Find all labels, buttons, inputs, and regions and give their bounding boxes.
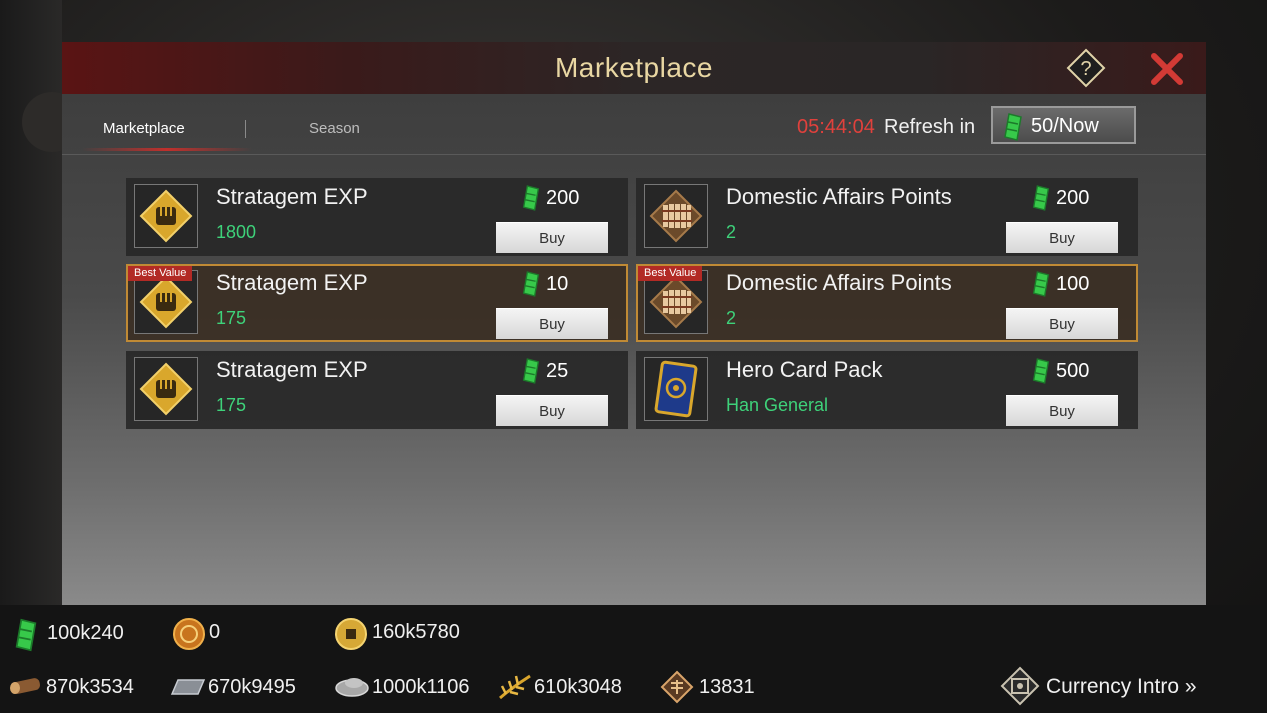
- buy-button[interactable]: Buy: [1006, 308, 1118, 339]
- refresh-cost: 50/Now: [1031, 115, 1099, 137]
- price-value: 200: [1056, 187, 1090, 209]
- tab-bar: Marketplace Season 05:44:04 Refresh in 5…: [62, 94, 1206, 155]
- item-name: Stratagem EXP: [216, 357, 368, 382]
- fist-emblem-icon: [139, 362, 193, 416]
- item-quantity: Han General: [726, 395, 829, 415]
- item-icon-frame: [134, 184, 198, 248]
- item-name: Hero Card Pack: [726, 357, 883, 382]
- buy-button[interactable]: Buy: [496, 222, 608, 253]
- item-quantity: 175: [216, 308, 247, 328]
- green-jade-icon: [522, 185, 540, 211]
- currency-intro-icon: [1000, 666, 1040, 706]
- green-jade-icon: [522, 358, 540, 384]
- resource-value: 0: [209, 621, 221, 643]
- price-value: 500: [1056, 360, 1090, 382]
- item-quantity: 175: [216, 395, 247, 415]
- buy-button[interactable]: Buy: [1006, 395, 1118, 426]
- item-icon-frame: [644, 184, 708, 248]
- active-tab-indicator: [82, 148, 252, 151]
- item-icon-frame: [644, 357, 708, 421]
- price-value: 200: [546, 187, 580, 209]
- tab-season[interactable]: Season: [309, 120, 360, 137]
- refresh-timer: 05:44:04: [797, 116, 875, 138]
- best-value-badge: Best Value: [128, 266, 193, 281]
- item-quantity: 2: [726, 222, 737, 242]
- buy-button[interactable]: Buy: [1006, 222, 1118, 253]
- green-jade-icon: [1032, 185, 1050, 211]
- resource-value: 13831: [699, 676, 755, 698]
- dialog-title: Marketplace: [554, 52, 713, 83]
- item-name: Stratagem EXP: [216, 184, 368, 209]
- shop-item-card: Hero Card Pack Han General 500 Buy: [636, 351, 1138, 429]
- item-name: Stratagem EXP: [216, 270, 368, 295]
- resource-value: 870k3534: [46, 676, 134, 698]
- resource-value: 100k240: [47, 622, 124, 644]
- hero-card-icon: [654, 360, 698, 418]
- buy-button[interactable]: Buy: [496, 395, 608, 426]
- svg-text:?: ?: [1080, 58, 1091, 80]
- price-value: 100: [1056, 273, 1090, 295]
- item-name: Domestic Affairs Points: [726, 270, 952, 295]
- close-icon[interactable]: [1148, 50, 1186, 88]
- dragon-coin-icon: [173, 618, 205, 650]
- green-jade-icon: [1032, 271, 1050, 297]
- background-sidebar: [0, 0, 62, 605]
- item-quantity: 1800: [216, 222, 257, 242]
- merit-emblem-icon: [660, 670, 694, 704]
- shop-item-card: Stratagem EXP 1800 200 Buy: [126, 178, 628, 256]
- help-icon[interactable]: ?: [1066, 48, 1106, 88]
- item-name: Domestic Affairs Points: [726, 184, 952, 209]
- copper-coin-icon: [335, 618, 367, 650]
- best-value-badge: Best Value: [638, 266, 703, 281]
- fist-emblem-icon: [139, 189, 193, 243]
- green-jade-icon: [15, 618, 37, 652]
- grain-icon: [499, 674, 531, 700]
- shop-item-card: Stratagem EXP 175 25 Buy: [126, 351, 628, 429]
- buy-button[interactable]: Buy: [496, 308, 608, 339]
- green-jade-icon: [1032, 358, 1050, 384]
- bamboo-scroll-icon: [649, 189, 703, 243]
- green-jade-icon: [522, 271, 540, 297]
- resource-value: 670k9495: [208, 676, 296, 698]
- stone-icon: [335, 678, 369, 697]
- shop-item-card: Best Value Stratagem EXP 175 10 Buy: [126, 264, 628, 342]
- currency-intro-label: Currency Intro »: [1046, 675, 1197, 698]
- resource-value: 1000k1106: [372, 676, 470, 698]
- tab-marketplace[interactable]: Marketplace: [103, 120, 185, 137]
- title-bar: Marketplace ?: [62, 42, 1206, 94]
- green-jade-icon: [1004, 113, 1022, 141]
- item-quantity: 2: [726, 308, 737, 328]
- wood-log-icon: [10, 678, 41, 694]
- iron-ingot-icon: [170, 679, 206, 695]
- price-value: 10: [546, 273, 569, 295]
- tab-divider: [245, 120, 246, 138]
- resource-value: 610k3048: [534, 676, 622, 698]
- refresh-label: Refresh in: [884, 116, 976, 138]
- price-value: 25: [546, 360, 569, 382]
- resource-value: 160k5780: [372, 621, 460, 643]
- shop-item-card: Domestic Affairs Points 2 200 Buy: [636, 178, 1138, 256]
- shop-item-card: Best Value Domestic Affairs Points 2 100…: [636, 264, 1138, 342]
- marketplace-dialog: Marketplace ? Marketplace Season 05:44:0…: [62, 42, 1206, 605]
- refresh-now-button[interactable]: 50/Now: [991, 106, 1136, 144]
- item-icon-frame: [134, 357, 198, 421]
